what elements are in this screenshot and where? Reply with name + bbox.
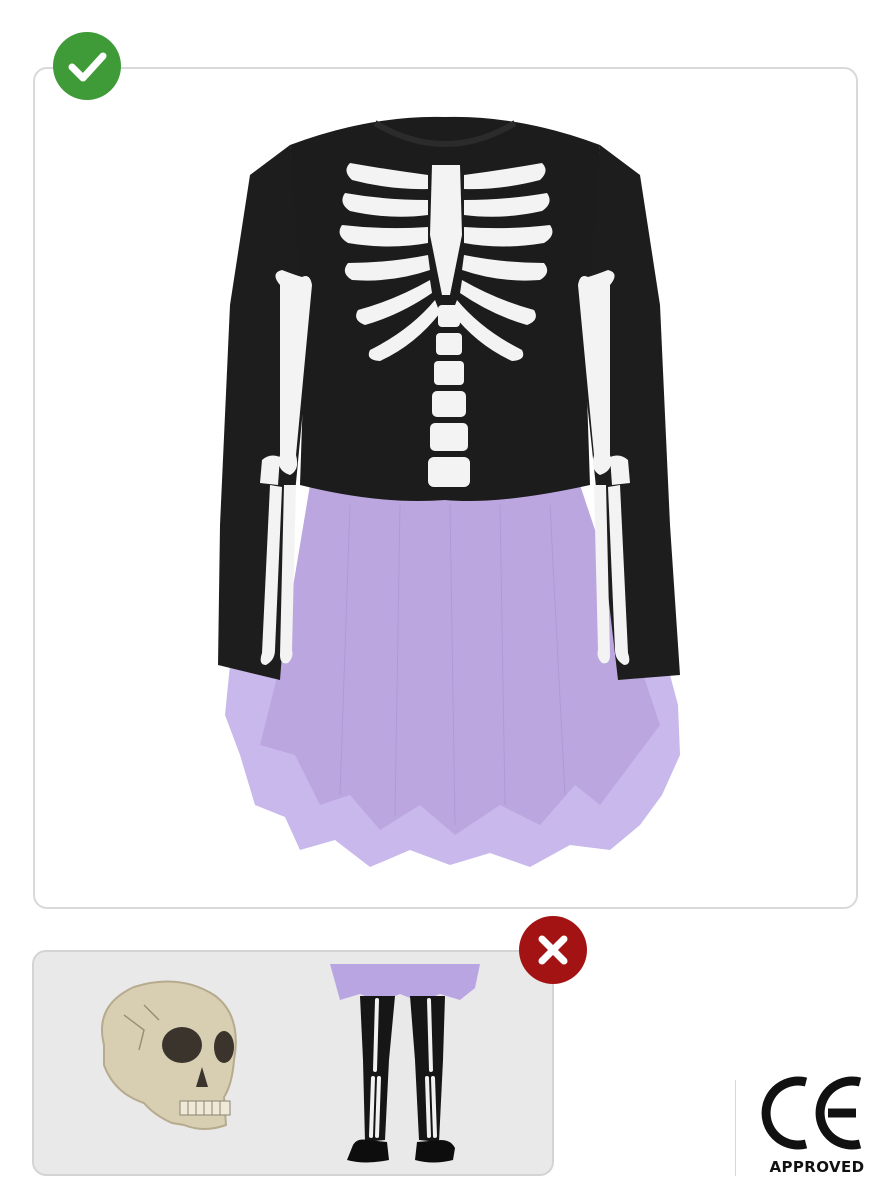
included-badge	[53, 32, 121, 100]
skeleton-dress-image	[218, 116, 680, 867]
ce-mark-icon	[761, 1076, 862, 1150]
checkmark-icon	[68, 52, 107, 82]
certification-label: APPROVED	[769, 1158, 865, 1176]
skeleton-tights-image	[330, 964, 480, 1163]
excluded-badge	[519, 916, 587, 984]
certification-divider	[735, 1080, 736, 1176]
skull-prop-image	[101, 980, 237, 1130]
cross-icon	[538, 935, 568, 965]
